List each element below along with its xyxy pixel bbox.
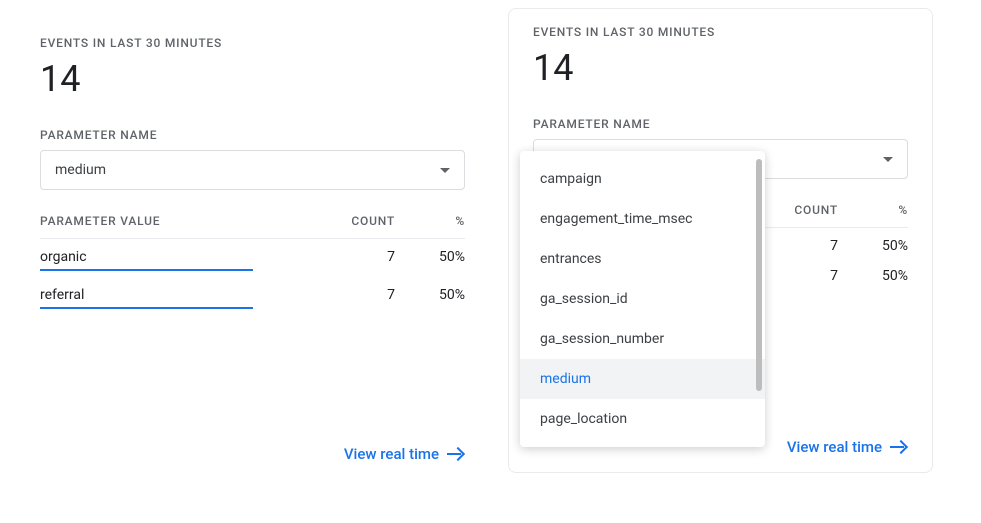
dropdown-item-entrances[interactable]: entrances: [520, 239, 765, 279]
chevron-down-icon: [440, 168, 450, 173]
row-bar-fill: [40, 307, 253, 309]
dropdown-item-medium[interactable]: medium: [520, 359, 765, 399]
row-percent: 50%: [395, 249, 465, 265]
row-bar: [40, 269, 465, 271]
scrollbar[interactable]: [756, 159, 762, 391]
column-header-percent: %: [838, 203, 908, 217]
events-card-closed: EVENTS IN LAST 30 MINUTES 14 PARAMETER N…: [40, 36, 465, 463]
dropdown-item-ga-session-number[interactable]: ga_session_number: [520, 319, 765, 359]
column-header-count: COUNT: [305, 214, 395, 228]
row-bar: [40, 307, 465, 309]
parameter-name-dropdown[interactable]: campaign engagement_time_msec entrances …: [520, 151, 765, 447]
row-percent: 50%: [395, 287, 465, 303]
parameter-name-label: PARAMETER NAME: [40, 128, 465, 142]
view-real-time-label: View real time: [787, 438, 882, 456]
table-header: PARAMETER VALUE COUNT %: [40, 214, 465, 239]
row-count: 7: [305, 287, 395, 303]
view-real-time-link[interactable]: View real time: [344, 445, 465, 463]
column-header-value: PARAMETER VALUE: [40, 214, 305, 228]
dropdown-item-page-location[interactable]: page_location: [520, 399, 765, 439]
dropdown-item-ga-session-id[interactable]: ga_session_id: [520, 279, 765, 319]
events-label: EVENTS IN LAST 30 MINUTES: [40, 36, 465, 50]
chevron-down-icon: [883, 157, 893, 162]
row-param-value: organic: [40, 249, 305, 265]
arrow-right-icon: [890, 441, 908, 453]
view-link-row: View real time: [40, 315, 465, 463]
view-real-time-label: View real time: [344, 445, 439, 463]
row-percent: 50%: [838, 268, 908, 284]
row-percent: 50%: [838, 238, 908, 254]
events-count: 14: [509, 47, 932, 89]
parameter-name-select-value: medium: [55, 162, 440, 178]
arrow-right-icon: [447, 448, 465, 460]
row-count: 7: [305, 249, 395, 265]
row-param-value: referral: [40, 287, 305, 303]
table-row: organic 7 50%: [40, 239, 465, 269]
row-bar-fill: [40, 269, 253, 271]
dropdown-item-campaign[interactable]: campaign: [520, 159, 765, 199]
table-row: referral 7 50%: [40, 277, 465, 307]
dropdown-item-engagement[interactable]: engagement_time_msec: [520, 199, 765, 239]
parameter-name-label: PARAMETER NAME: [509, 117, 932, 131]
parameter-name-select[interactable]: medium: [40, 150, 465, 190]
events-count: 14: [40, 58, 465, 100]
column-header-percent: %: [395, 214, 465, 228]
view-real-time-link[interactable]: View real time: [787, 438, 908, 456]
events-label: EVENTS IN LAST 30 MINUTES: [509, 25, 932, 39]
